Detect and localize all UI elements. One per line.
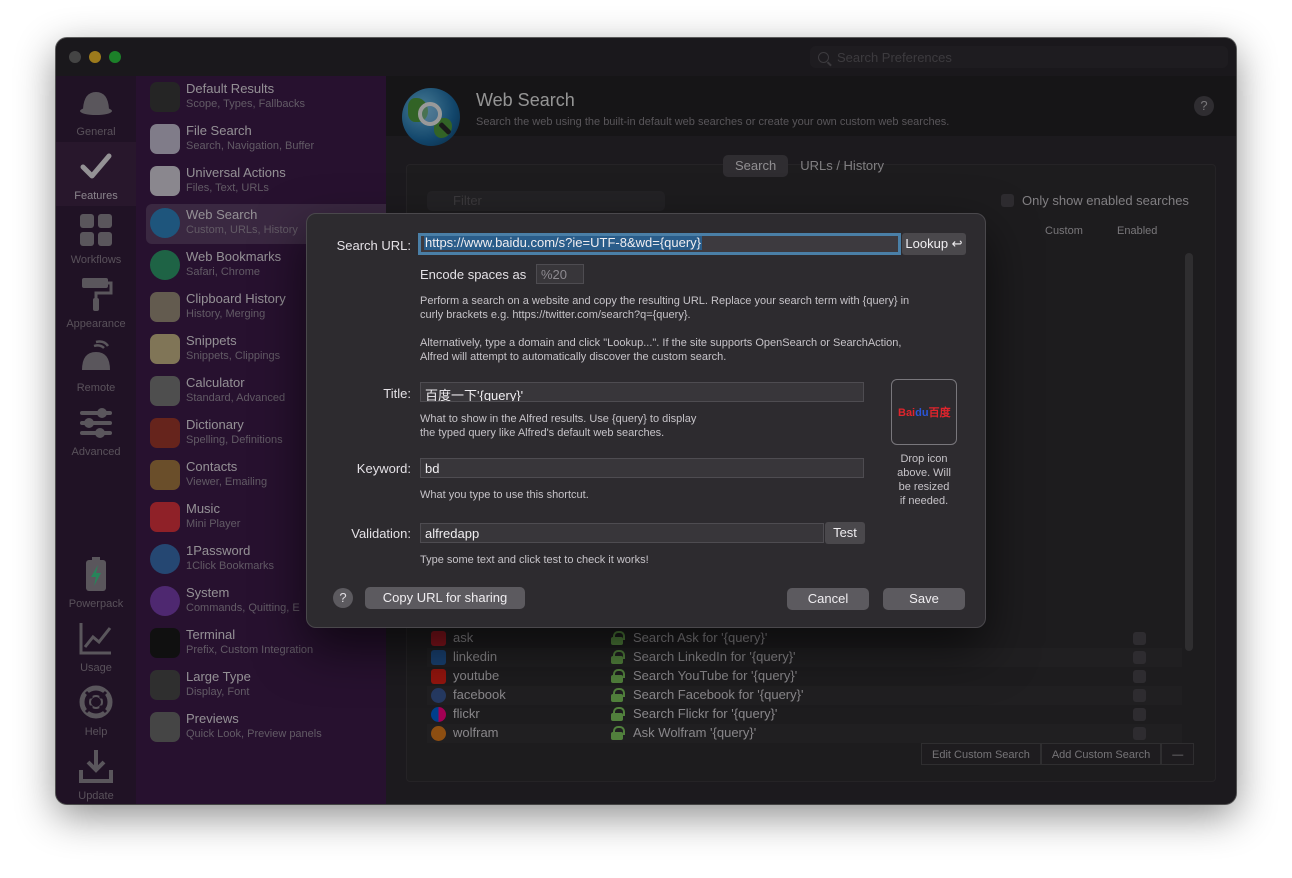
save-button[interactable]: Save [883, 588, 965, 610]
help-line: if needed. [899, 495, 949, 507]
search-url-input[interactable]: https://www.baidu.com/s?ie=UTF-8&wd={que… [418, 233, 901, 255]
help-line: be resized [898, 481, 950, 493]
encode-spaces-input[interactable]: %20 [536, 264, 584, 284]
title-input[interactable]: 百度一下'{query}' [420, 382, 864, 402]
encode-spaces-label: Encode spaces as [420, 267, 527, 282]
title-help: What to show in the Alfred results. Use … [420, 412, 696, 440]
help-line: Drop icon [900, 453, 948, 465]
help-line: curly brackets e.g. https://twitter.com/… [420, 309, 691, 321]
help-line: Alternatively, type a domain and click "… [420, 337, 902, 349]
help-line: the typed query like Alfred's default we… [420, 427, 665, 439]
help-line: above. Will [897, 467, 951, 479]
help-line: Perform a search on a website and copy t… [420, 295, 910, 307]
search-url-label: Search URL: [336, 238, 411, 253]
icon-drop-well[interactable]: Baidu百度 [891, 379, 957, 445]
dialog-help-button[interactable]: ? [333, 588, 353, 608]
drop-icon-help: Drop icon above. Will be resized if need… [883, 452, 965, 508]
help-line: What to show in the Alfred results. Use … [420, 413, 697, 425]
keyword-input[interactable]: bd [420, 458, 864, 478]
keyword-label: Keyword: [356, 461, 411, 476]
baidu-logo: Baidu百度 [898, 407, 951, 419]
cancel-button[interactable]: Cancel [787, 588, 869, 610]
test-button[interactable]: Test [825, 522, 865, 544]
search-url-help: Perform a search on a website and copy t… [420, 294, 909, 322]
title-label: Title: [383, 386, 411, 401]
validation-input[interactable]: alfredapp [420, 523, 824, 543]
search-url-value: https://www.baidu.com/s?ie=UTF-8&wd={que… [424, 235, 703, 250]
validation-label: Validation: [351, 526, 411, 541]
validation-help: Type some text and click test to check i… [420, 554, 649, 566]
lookup-button[interactable]: Lookup ↩ [902, 233, 966, 255]
help-line: Alfred will attempt to automatically dis… [420, 351, 727, 363]
copy-url-button[interactable]: Copy URL for sharing [365, 587, 525, 609]
custom-search-dialog: Search URL: https://www.baidu.com/s?ie=U… [306, 213, 986, 628]
keyword-help: What you type to use this shortcut. [420, 489, 589, 501]
lookup-help: Alternatively, type a domain and click "… [420, 336, 901, 364]
